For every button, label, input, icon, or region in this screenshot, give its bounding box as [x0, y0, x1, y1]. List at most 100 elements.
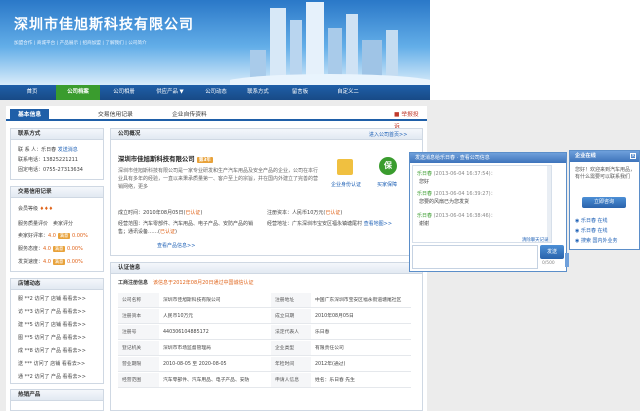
main-nav: 首页 公司档案 公司相册 供应产品 ▼ 公司动态 联系方式 留言板 自定义二	[0, 85, 430, 100]
rating-service: 服务态度：4.0 满意 0.00%	[18, 246, 83, 252]
view-products-link[interactable]: 查看产品信息>>	[157, 242, 195, 249]
skyline-illustration	[230, 2, 430, 85]
company-description: 深圳市佳旭斯科技有限公司是一家专业研发和生产汽车用品及安全产品的企业，公司在本行…	[118, 168, 319, 190]
list-item[interactable]: 通 **2 访问了 产品 看看去>>	[18, 373, 86, 380]
nav-album[interactable]: 公司相册	[104, 85, 144, 100]
report-link[interactable]: ■ 举报投诉	[386, 109, 427, 130]
online-title: 企业在线	[570, 151, 639, 162]
consult-now-button[interactable]: 立即咨询	[582, 197, 626, 208]
company-name: 深圳市佳旭斯科技有限公司 第3年	[118, 155, 213, 163]
table-cell: 2010-08-05 至 2020-08-05	[159, 357, 271, 372]
send-button[interactable]: 发送	[540, 245, 564, 259]
table-cell: 有限责任公司	[311, 341, 411, 356]
message-meta: 乐日春 (2013-06-04 16:39:27)：	[417, 191, 496, 197]
nav-home[interactable]: 首页	[18, 85, 46, 100]
online-link[interactable]: ◉ 搜索 国内外业务	[575, 237, 618, 244]
nav-guestbook[interactable]: 留言板	[282, 85, 318, 100]
clear-chat-link[interactable]: 清除聊天记录	[522, 237, 548, 243]
trade-title: 交易信用记录	[11, 187, 103, 198]
list-item[interactable]: 成 **8 访问了 产品 看看去>>	[18, 347, 86, 354]
list-item[interactable]: 访 **3 访问了 产品 看看去>>	[18, 308, 86, 315]
trade-credit-panel: 交易信用记录 会员等级 ♦♦♦ 服务质量评价 卖家评分 卖家好评率：4.0 满意…	[10, 186, 104, 272]
table-cell: 汽车零部件、汽车用品、电子产品、安防	[159, 373, 271, 388]
table-label: 企业类型	[271, 341, 311, 356]
registered-capital: 注册资本：人民币10万元(已认证)	[267, 210, 343, 216]
chat-history: 乐日春 (2013-06-04 16:37:54)： 您好 乐日春 (2013-…	[412, 165, 552, 243]
table-cell: 2010年08月05日	[311, 309, 411, 324]
chat-header: 发送消息给乐日春 · 查看公司信息	[410, 153, 566, 163]
company-banner: 深圳市佳旭斯科技有限公司 加盟合作 | 商城平台 | 产品展示 | 招商加盟 |…	[0, 0, 430, 85]
table-cell: 2012年(通过)	[311, 357, 411, 372]
message-text: 您好	[419, 179, 430, 185]
map-link[interactable]: 查看地图>>	[364, 221, 392, 227]
info-tabs: 基本信息 交易信用记录 企业自传资料 ■ 举报投诉	[6, 106, 427, 130]
company-overview-panel: 公司概况 进入公司首页>> 深圳市佳旭斯科技有限公司 第3年 深圳市佳旭斯科技有…	[110, 128, 423, 256]
buyer-protection-icon: 保	[379, 157, 397, 175]
hot-products-panel: 热销产品	[10, 389, 104, 411]
table-cell: 乐日春	[311, 325, 411, 340]
table-label: 法定代表人	[271, 325, 311, 340]
close-icon[interactable]: ×	[630, 153, 636, 159]
rating-shipping: 发货速度：4.0 满意 0.00%	[18, 259, 83, 265]
business-address: 经营地址：广东深圳市宝安区福永镇塘尾村 查看地图>>	[267, 221, 393, 227]
nav-contact[interactable]: 联系方式	[238, 85, 278, 100]
table-cell: 姓名：乐日春 先生	[311, 373, 411, 388]
nav-news[interactable]: 公司动态	[196, 85, 236, 100]
list-item[interactable]: 建 **5 访问了 店铺 看看去>>	[18, 321, 86, 328]
list-item[interactable]: 图 **5 访问了 产品 看看去>>	[18, 334, 86, 341]
certification-title: 认证信息	[111, 263, 422, 274]
found-date: 成立时间：2010年08月05日(已认证)	[118, 210, 203, 216]
table-label: 成立日期	[271, 309, 311, 324]
contact-person: 联 系 人：乐日春 发送消息	[18, 147, 78, 153]
online-link[interactable]: ◉ 乐日春 在线	[575, 217, 608, 224]
message-meta: 乐日春 (2013-06-04 16:38:46)：	[417, 213, 496, 219]
nav-company-profile[interactable]: 公司档案	[56, 85, 100, 100]
cert-id-label[interactable]: 企业身份认证	[331, 181, 361, 188]
activity-title: 店铺动态	[11, 279, 103, 290]
tab-basic-info[interactable]: 基本信息	[10, 109, 50, 121]
year-badge: 第3年	[196, 157, 213, 163]
tab-self-info[interactable]: 企业自传资料	[164, 109, 215, 121]
main-content: 基本信息 交易信用记录 企业自传资料 ■ 举报投诉 联系方式 联 系 人：乐日春…	[6, 106, 427, 411]
table-label: 登记机关	[118, 341, 159, 356]
table-label: 年检时间	[271, 357, 311, 372]
level-stars-icon: ♦♦♦	[39, 206, 54, 212]
list-item[interactable]: 送 *** 访问了 店铺 看看去>>	[18, 360, 85, 367]
message-meta: 乐日春 (2013-06-04 16:37:54)：	[417, 171, 496, 177]
resize-handle[interactable]	[565, 253, 569, 267]
business-scope: 经营范围：汽车零部件、汽车用品、电子产品、安防产品的销售；通讯设备……(已认证)	[118, 221, 254, 235]
table-label: 经营范围	[118, 373, 159, 388]
page-blank-area	[430, 0, 640, 100]
chat-window: 发送消息给乐日春 · 查看公司信息 乐日春 (2013-06-04 16:37:…	[409, 152, 569, 272]
table-label: 公司名称	[118, 293, 159, 308]
certification-notice: 该信息于2012年08月20日通过中国诚信认证	[153, 280, 254, 286]
contact-mobile: 联系电话：13825221211	[18, 157, 78, 163]
nav-products[interactable]: 供应产品 ▼	[146, 85, 194, 100]
certification-panel: 认证信息 工商注册信息 该信息于2012年08月20日通过中国诚信认证 公司名称…	[110, 262, 423, 411]
table-cell: 人民币10万元	[159, 309, 271, 324]
online-link[interactable]: ◉ 乐日春 在线	[575, 227, 608, 234]
rating-row: 服务质量评价 卖家评分	[18, 221, 74, 227]
nav-custom[interactable]: 自定义二	[326, 85, 370, 100]
online-greeting: 您好！欢迎来到汽车用品，有什么需要可以联系我们	[575, 167, 636, 180]
table-cell: 中国广东深圳市宝安区福永街道塘尾社区	[311, 293, 411, 308]
table-label: 营业期限	[118, 357, 159, 372]
contact-title: 联系方式	[11, 129, 103, 140]
table-cell: 深圳市市场监督管理局	[159, 341, 271, 356]
table-label: 申请人信息	[271, 373, 311, 388]
table-label: 注册地址	[271, 293, 311, 308]
tab-credit-record[interactable]: 交易信用记录	[90, 109, 141, 121]
cert-protect-label[interactable]: 买家保障	[377, 181, 397, 188]
enter-homepage-link[interactable]: 进入公司首页>>	[369, 131, 407, 138]
message-text: 谢谢	[419, 221, 430, 227]
chat-scrollbar[interactable]	[547, 166, 551, 242]
business-registration: 工商注册信息 该信息于2012年08月20日通过中国诚信认证	[118, 280, 254, 286]
contact-phone: 固定电话：0755-27313634	[18, 167, 83, 173]
send-message-link[interactable]: 发送消息	[58, 147, 78, 153]
company-title: 深圳市佳旭斯科技有限公司	[14, 17, 194, 33]
table-cell: 440306104885172	[159, 325, 271, 340]
table-cell: 深圳市佳旭斯科技有限公司	[159, 293, 271, 308]
list-item[interactable]: 服 **2 访问了 店铺 看看去>>	[18, 295, 86, 302]
rating-good: 卖家好评率：4.0 满意 0.00%	[18, 233, 88, 239]
chat-message-input[interactable]	[412, 245, 538, 269]
